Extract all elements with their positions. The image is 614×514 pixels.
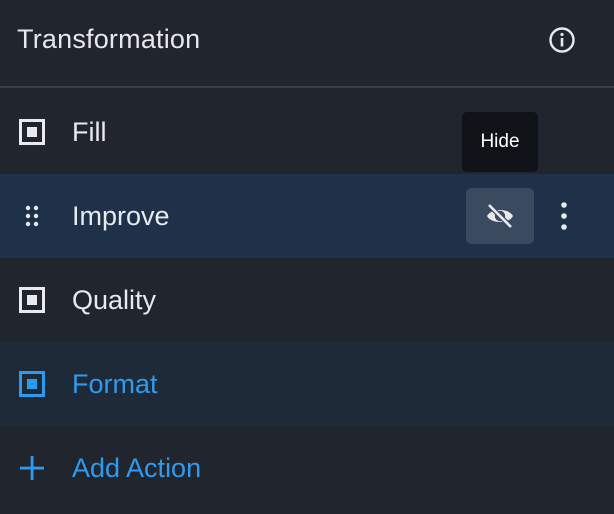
- add-action-label: Add Action: [72, 453, 202, 483]
- action-label-improve: Improve: [72, 201, 170, 231]
- hide-tooltip: Hide: [462, 112, 538, 172]
- transformation-panel: Transformation Fill Improve Quality Form…: [0, 0, 614, 514]
- more-vertical-icon[interactable]: [552, 194, 576, 238]
- add-action-button[interactable]: Add Action: [0, 426, 614, 510]
- action-label-quality: Quality: [72, 285, 157, 315]
- action-label-format: Format: [72, 369, 158, 399]
- drag-handle-icon[interactable]: [19, 203, 45, 229]
- plus-icon: [19, 455, 45, 481]
- action-label-fill: Fill: [72, 117, 107, 147]
- hide-toggle-button[interactable]: [466, 188, 534, 244]
- square-target-icon: [19, 371, 45, 397]
- panel-title: Transformation: [17, 24, 201, 54]
- info-icon[interactable]: [548, 26, 576, 54]
- action-row-improve[interactable]: Improve: [0, 174, 614, 258]
- square-target-icon: [19, 119, 45, 145]
- action-row-quality[interactable]: Quality: [0, 258, 614, 342]
- panel-header: Transformation: [0, 0, 614, 88]
- square-target-icon: [19, 287, 45, 313]
- eye-slash-icon: [487, 203, 513, 229]
- action-row-format[interactable]: Format: [0, 342, 614, 426]
